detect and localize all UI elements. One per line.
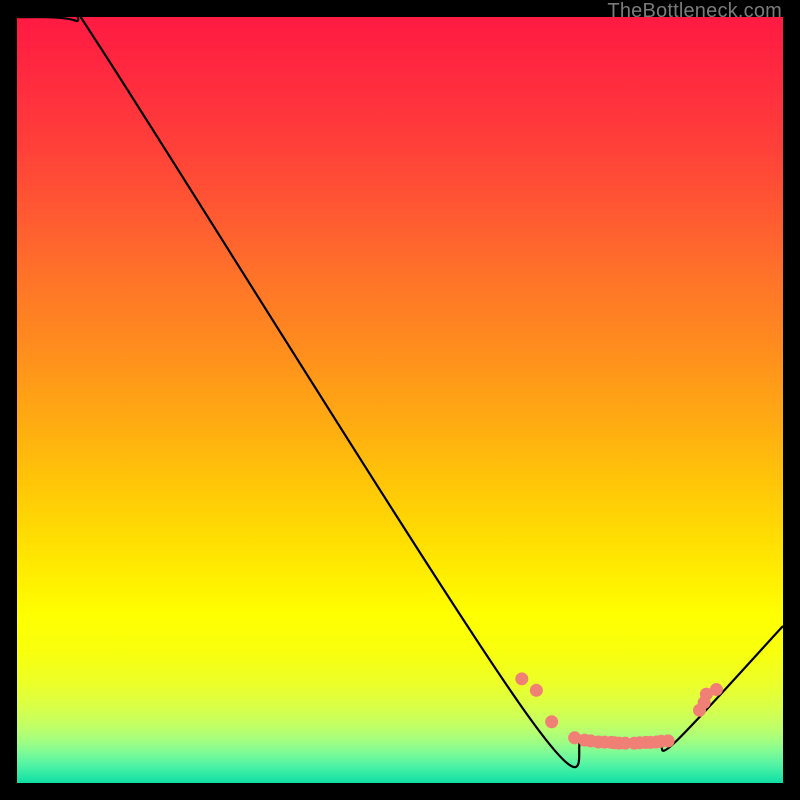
chart-container: TheBottleneck.com: [0, 0, 800, 800]
marker-dot: [530, 684, 543, 697]
marker-dot: [662, 734, 675, 747]
marker-dots: [515, 672, 723, 749]
marker-dot: [515, 672, 528, 685]
marker-dot: [710, 683, 723, 696]
bottleneck-curve: [17, 17, 783, 767]
curve-layer: [17, 17, 783, 783]
watermark-text: TheBottleneck.com: [607, 0, 782, 23]
marker-dot: [545, 715, 558, 728]
plot-area: [17, 17, 783, 783]
